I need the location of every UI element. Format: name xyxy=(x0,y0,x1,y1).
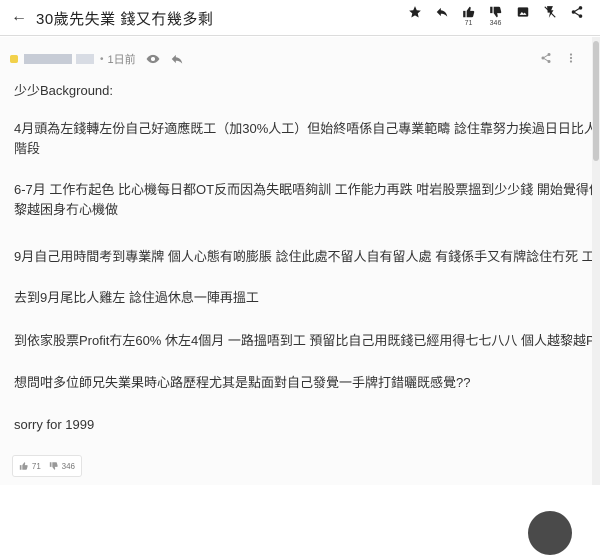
image-icon xyxy=(517,7,528,17)
thumbs-down-icon[interactable] xyxy=(49,461,59,471)
image-mode-button[interactable] xyxy=(509,0,536,36)
post-paragraph: 4月頭為左錢轉左份自己好適應既工（加30%人工）但始終唔係自己專業範疇 諗住靠努… xyxy=(14,119,600,139)
post-paragraph: 9月自己用時間考到專業牌 個人心態有啲膨脹 諗住此處不留人自有留人處 有錢係手又… xyxy=(14,249,600,264)
post-paragraph: sorry for 1999 xyxy=(14,417,95,432)
post-paragraph: 想問咁多位師兄失業果時心路歷程尤其是點面對自己發覺一手牌打錯曬既感覺?? xyxy=(14,375,471,390)
post-text: 4月頭為左錢轉左份自己好適應既工（加30%人工）但始終唔係自己專業範疇 諗住靠努… xyxy=(14,121,597,136)
back-arrow-icon[interactable]: ← xyxy=(8,6,30,28)
bookmark-button[interactable] xyxy=(401,0,428,36)
user-id-redacted xyxy=(76,54,94,64)
star-icon xyxy=(408,6,421,18)
top-bar: ← 30歲先失業 錢又冇幾多剩 71 346 xyxy=(0,0,600,36)
post-downvote-count: 346 xyxy=(61,461,75,471)
downvote-count: 346 xyxy=(489,20,502,27)
upvote-button[interactable]: 71 xyxy=(455,0,482,36)
post-time: 1日前 xyxy=(107,54,136,66)
post-paragraph: 少少Background: xyxy=(14,83,113,98)
thumbs-up-icon[interactable] xyxy=(19,461,29,471)
reply-button[interactable] xyxy=(428,0,455,36)
post-paragraph: 階段 xyxy=(14,141,41,156)
user-rank-badge xyxy=(10,55,18,63)
downvote-button[interactable]: 346 xyxy=(482,0,509,36)
thumbs-up-icon xyxy=(462,6,474,18)
post-share-icon[interactable] xyxy=(540,51,552,65)
more-options-icon[interactable] xyxy=(565,51,577,65)
username-redacted[interactable] xyxy=(24,54,72,64)
post-meta: • 1日前 xyxy=(10,51,194,67)
post-paragraph: 去到9月尾比人雞左 諗住過休息一陣再搵工 xyxy=(14,290,259,305)
share-icon xyxy=(571,6,582,18)
flash-off-icon xyxy=(543,6,556,18)
scrollbar-thumb[interactable] xyxy=(593,41,599,161)
upvote-count: 71 xyxy=(464,20,473,27)
post-paragraph: 黎越困身冇心機做 xyxy=(14,202,119,217)
post-paragraph: 到依家股票Profit冇左60% 休左4個月 一路搵唔到工 預留比自己用既錢已經… xyxy=(14,333,600,348)
post-paragraph: 6-7月 工作冇起色 比心機每日都OT反而因為失眠唔夠訓 工作能力再跌 咁岩股票… xyxy=(14,182,600,197)
post-container: • 1日前 少少Background: 4月頭為左錢轉左份自己好適應既工（加30… xyxy=(0,37,600,555)
floating-action-button[interactable] xyxy=(528,511,572,555)
thread-title: 30歲先失業 錢又冇幾多剩 xyxy=(36,11,214,28)
post-vote-box: 71 346 xyxy=(12,455,82,477)
post-upvote-count: 71 xyxy=(31,461,41,471)
eye-icon[interactable] xyxy=(146,52,160,66)
toolbar-actions: 71 346 xyxy=(401,0,590,36)
reply-icon xyxy=(436,7,447,17)
blocked-button[interactable] xyxy=(536,0,563,36)
separator-dot: • xyxy=(100,53,104,65)
quote-reply-icon[interactable] xyxy=(170,52,184,66)
thumbs-down-icon xyxy=(489,6,501,18)
share-top-button[interactable] xyxy=(563,0,590,36)
scrollbar[interactable] xyxy=(592,37,600,485)
